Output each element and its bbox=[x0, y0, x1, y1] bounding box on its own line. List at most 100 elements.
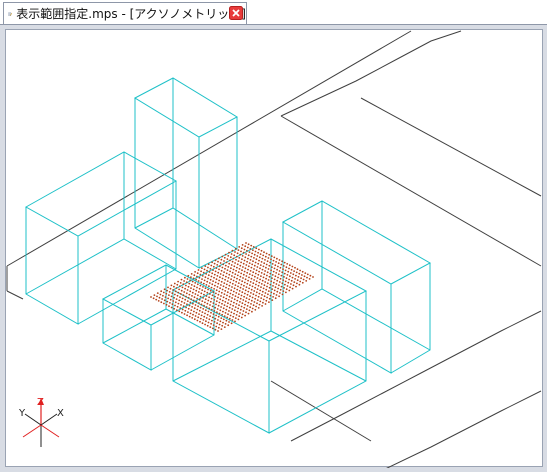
grid-point bbox=[249, 295, 251, 298]
grid-point bbox=[283, 272, 286, 275]
grid-point bbox=[204, 312, 206, 315]
grid-point bbox=[191, 317, 194, 319]
grid-point bbox=[217, 330, 219, 332]
axonometric-viewport[interactable]: Z X Y bbox=[5, 29, 543, 468]
grid-point bbox=[242, 273, 245, 276]
grid-point bbox=[208, 282, 211, 284]
grid-point bbox=[240, 316, 243, 319]
grid-point bbox=[252, 293, 255, 296]
grid-point bbox=[283, 287, 285, 289]
grid-point bbox=[186, 300, 189, 302]
grid-point bbox=[289, 275, 291, 278]
grid-point bbox=[235, 269, 238, 272]
grid-point bbox=[227, 288, 230, 290]
grid-point bbox=[165, 303, 168, 306]
grid-point bbox=[268, 264, 271, 267]
grid-point bbox=[171, 292, 174, 295]
grid-point bbox=[215, 267, 218, 269]
grid-point bbox=[179, 296, 181, 298]
grid-point bbox=[209, 278, 212, 281]
grid-point bbox=[198, 302, 200, 304]
grid-point bbox=[259, 278, 261, 281]
grid-point bbox=[225, 261, 228, 264]
grid-point bbox=[230, 322, 233, 325]
grid-point bbox=[279, 266, 282, 269]
grid-point bbox=[173, 296, 176, 299]
grid-point bbox=[247, 301, 250, 304]
grid-point bbox=[175, 309, 178, 311]
grid-point bbox=[227, 255, 230, 257]
document-tab[interactable]: 表示範囲指定.mps - [アクソノメトリック] bbox=[3, 2, 247, 24]
grid-point bbox=[160, 290, 163, 293]
grid-point bbox=[248, 251, 251, 254]
grid-point bbox=[222, 307, 225, 310]
grid-point bbox=[221, 277, 224, 280]
grid-point bbox=[221, 255, 224, 258]
point-grid bbox=[150, 242, 314, 332]
grid-point bbox=[207, 277, 209, 280]
grid-point bbox=[186, 289, 189, 291]
grid-point bbox=[234, 284, 237, 286]
grid-point bbox=[277, 276, 279, 279]
grid-point bbox=[268, 301, 270, 303]
grid-point bbox=[202, 282, 205, 285]
grid-point bbox=[210, 322, 213, 325]
grid-point bbox=[281, 260, 283, 263]
grid-point bbox=[268, 253, 271, 256]
grid-point bbox=[266, 296, 268, 299]
grid-point bbox=[202, 286, 204, 288]
grid-point bbox=[224, 278, 227, 281]
grid-point bbox=[298, 283, 301, 286]
grid-point bbox=[238, 304, 240, 307]
grid-point bbox=[286, 285, 289, 287]
grid-point bbox=[192, 313, 194, 316]
grid-point bbox=[246, 293, 249, 296]
grid-point bbox=[222, 274, 225, 277]
grid-point bbox=[191, 306, 194, 308]
grid-point bbox=[244, 289, 247, 292]
grid-point bbox=[182, 294, 185, 297]
grid-point bbox=[204, 276, 207, 279]
grid-point bbox=[225, 308, 228, 311]
grid-point bbox=[258, 256, 261, 259]
grid-point bbox=[152, 297, 155, 300]
grid-point bbox=[179, 293, 182, 295]
grid-point bbox=[255, 258, 258, 261]
grid-point bbox=[276, 257, 278, 260]
grid-point bbox=[176, 294, 179, 297]
grid-point bbox=[251, 307, 254, 310]
grid-point bbox=[234, 306, 237, 308]
close-icon[interactable] bbox=[229, 6, 243, 20]
grid-point bbox=[299, 280, 302, 283]
grid-point bbox=[226, 305, 229, 308]
axis-indicator: Z X Y bbox=[18, 397, 64, 447]
grid-point bbox=[227, 299, 230, 301]
grid-point bbox=[213, 276, 215, 279]
grid-point bbox=[241, 258, 243, 261]
grid-point bbox=[206, 280, 209, 283]
grid-point bbox=[267, 268, 270, 270]
grid-point bbox=[240, 272, 243, 275]
grid-point bbox=[261, 294, 263, 296]
grid-point bbox=[264, 281, 267, 283]
grid-point bbox=[210, 297, 213, 300]
grid-point bbox=[223, 282, 226, 284]
grid-point bbox=[214, 306, 217, 309]
grid-point bbox=[217, 319, 219, 321]
grid-point bbox=[244, 292, 246, 295]
grid-point bbox=[273, 292, 275, 295]
grid-point bbox=[191, 280, 194, 283]
grid-point bbox=[199, 317, 202, 320]
grid-point bbox=[250, 244, 253, 247]
grid-point bbox=[255, 280, 258, 283]
grid-point bbox=[255, 294, 257, 297]
grid-point bbox=[274, 275, 277, 278]
grid-point bbox=[189, 290, 192, 293]
grid-point bbox=[169, 298, 172, 301]
grid-point bbox=[281, 293, 284, 296]
grid-point bbox=[218, 312, 221, 315]
grid-point bbox=[184, 276, 186, 279]
grid-point bbox=[268, 286, 271, 289]
grid-point bbox=[225, 319, 228, 322]
grid-point bbox=[251, 274, 254, 277]
